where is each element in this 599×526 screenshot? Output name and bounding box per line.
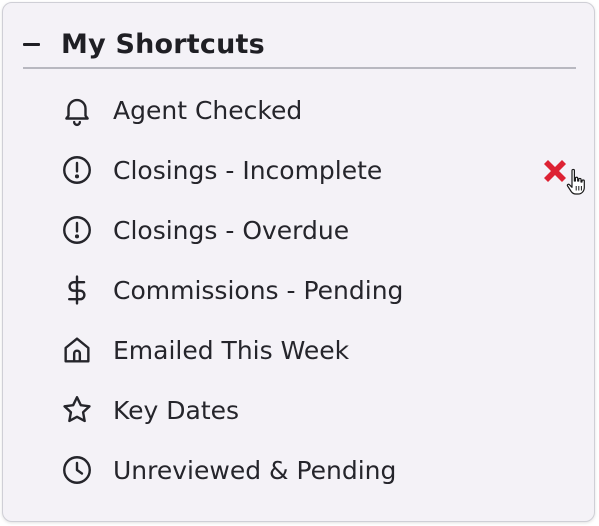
shortcut-label: Emailed This Week [113,335,350,365]
clock-icon [61,440,99,500]
panel-header: My Shortcuts [23,21,576,69]
collapse-button[interactable] [23,24,45,64]
shortcut-label: Unreviewed & Pending [113,455,397,485]
shortcut-item-agent-checked[interactable]: Agent Checked [61,80,581,140]
hand-pointer-icon [564,167,594,199]
shortcut-item-closings-incomplete[interactable]: Closings - Incomplete [61,140,585,200]
home-icon [61,320,99,380]
shortcut-label: Closings - Overdue [113,215,350,245]
alert-circle-icon [61,140,99,200]
shortcut-item-closings-overdue[interactable]: Closings - Overdue [61,200,581,260]
shortcut-item-commissions-pending[interactable]: Commissions - Pending [61,260,581,320]
shortcut-list: Agent Checked Closings - Incomplete Clos… [61,80,585,500]
alert-circle-icon [61,200,99,260]
shortcut-label: Commissions - Pending [113,275,404,305]
minus-icon [23,42,40,46]
shortcut-item-unreviewed-pending[interactable]: Unreviewed & Pending [61,440,581,500]
shortcut-label: Key Dates [113,395,240,425]
panel-title: My Shortcuts [61,28,265,60]
star-icon [61,380,99,440]
shortcut-label: Agent Checked [113,95,303,125]
bell-icon [61,80,99,140]
dollar-icon [61,260,99,320]
shortcuts-panel: My Shortcuts Agent Checked Closings - In… [2,2,595,522]
shortcut-label: Closings - Incomplete [113,155,383,185]
shortcut-item-key-dates[interactable]: Key Dates [61,380,581,440]
shortcut-item-emailed-this-week[interactable]: Emailed This Week [61,320,581,380]
